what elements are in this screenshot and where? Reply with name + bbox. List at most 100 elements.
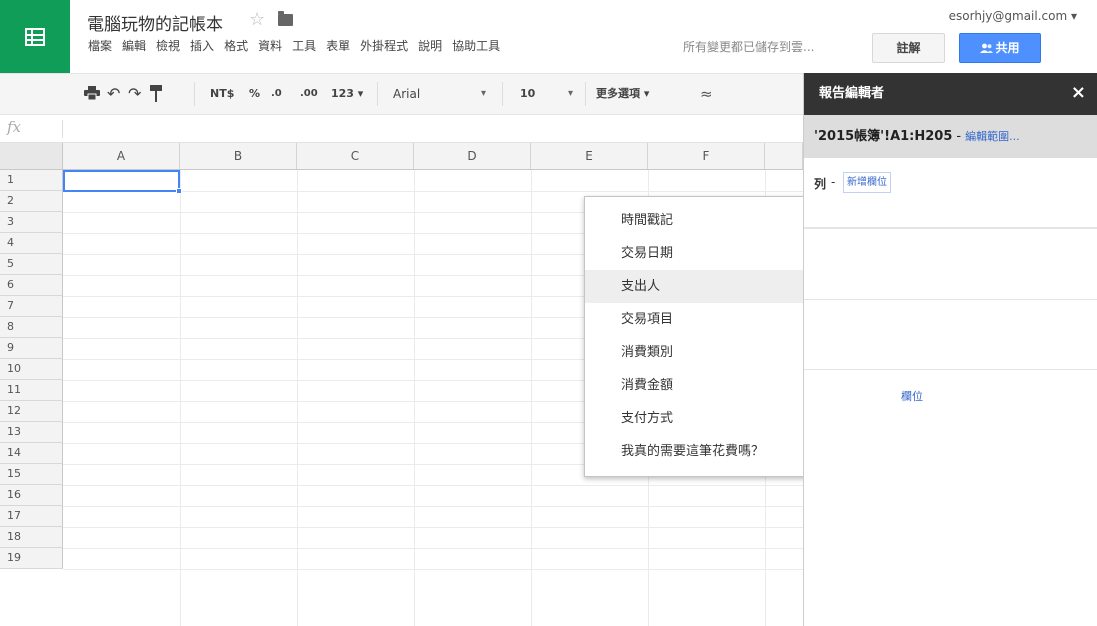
menu-addons[interactable]: 外掛程式: [360, 37, 408, 57]
row-header[interactable]: 13: [0, 422, 63, 443]
menu-edit[interactable]: 編輯: [122, 37, 146, 57]
font-size-caret[interactable]: ▾: [568, 74, 573, 114]
close-icon[interactable]: ×: [1071, 73, 1086, 113]
menu-help[interactable]: 說明: [418, 37, 442, 57]
row-header[interactable]: 2: [0, 191, 63, 212]
toolbar: ↶ ↷ NT$ % .0 .00 123 ▾ Arial ▾ 10 ▾ 更多選項…: [0, 73, 803, 115]
toolbar-divider: [502, 82, 503, 106]
panel-header: 報告編輯者 ×: [804, 73, 1097, 115]
range-separator: -: [956, 129, 962, 144]
row-header[interactable]: 1: [0, 170, 63, 191]
gridline: [297, 170, 298, 626]
range-display: '2015帳簿'!A1:H205- 編輯範圍...: [814, 115, 1020, 158]
menu-format[interactable]: 格式: [224, 37, 248, 57]
fx-icon: fx: [7, 118, 22, 136]
column-header-g[interactable]: [765, 143, 803, 169]
row-header[interactable]: 14: [0, 443, 63, 464]
row-header[interactable]: 11: [0, 380, 63, 401]
gridline: [63, 548, 803, 549]
row-header[interactable]: 3: [0, 212, 63, 233]
row-header[interactable]: 19: [0, 548, 63, 569]
select-all-corner[interactable]: [0, 143, 63, 169]
user-account[interactable]: esorhjy@gmail.com ▾: [949, 9, 1077, 23]
row-header[interactable]: 7: [0, 296, 63, 317]
more-options-dropdown[interactable]: 更多選項 ▾: [596, 74, 649, 114]
save-status[interactable]: 所有變更都已儲存到雲...: [683, 38, 814, 55]
fill-handle[interactable]: [176, 188, 182, 194]
font-family-dropdown[interactable]: Arial: [393, 74, 420, 114]
rows-section: 列 - 新增欄位: [804, 158, 1097, 228]
decrease-decimal-button[interactable]: .0: [271, 74, 282, 114]
increase-decimal-button[interactable]: .00: [300, 74, 318, 114]
rows-dash: -: [831, 175, 836, 189]
folder-icon[interactable]: [278, 11, 293, 26]
menu-accessibility[interactable]: 協助工具: [452, 37, 500, 57]
menu-bar: 檔案 編輯 檢視 插入 格式 資料 工具 表單 外掛程式 說明 協助工具: [88, 37, 510, 57]
row-header[interactable]: 16: [0, 485, 63, 506]
app-header: 電腦玩物的記帳本 ☆ 檔案 編輯 檢視 插入 格式 資料 工具 表單 外掛程式 …: [0, 0, 1097, 73]
share-button[interactable]: 共用: [959, 33, 1041, 63]
row-header[interactable]: 17: [0, 506, 63, 527]
sheets-home-icon[interactable]: [0, 0, 70, 73]
redo-icon[interactable]: ↷: [128, 74, 141, 114]
share-label: 共用: [995, 41, 1020, 55]
menu-form[interactable]: 表單: [326, 37, 350, 57]
gridline: [63, 527, 803, 528]
report-editor-panel: 報告編輯者 × '2015帳簿'!A1:H205- 編輯範圍... 列 - 新增欄…: [803, 73, 1097, 626]
gridline: [63, 485, 803, 486]
section-divider: [804, 369, 1097, 370]
comments-button[interactable]: 註解: [872, 33, 945, 63]
row-header[interactable]: 12: [0, 401, 63, 422]
menu-file[interactable]: 檔案: [88, 37, 112, 57]
menu-view[interactable]: 檢視: [156, 37, 180, 57]
column-header-bar: A B C D E F: [0, 143, 803, 170]
row-header[interactable]: 4: [0, 233, 63, 254]
document-title[interactable]: 電腦玩物的記帳本: [87, 10, 223, 35]
row-header[interactable]: 5: [0, 254, 63, 275]
column-header-a[interactable]: A: [63, 143, 180, 169]
collapse-toolbar-icon[interactable]: ≈: [700, 74, 713, 114]
percent-format-button[interactable]: %: [249, 74, 260, 114]
add-row-field-button[interactable]: 新增欄位: [843, 172, 891, 193]
people-icon: [980, 43, 994, 53]
formula-divider: [62, 120, 63, 138]
column-header-b[interactable]: B: [180, 143, 297, 169]
column-header-e[interactable]: E: [531, 143, 648, 169]
number-format-dropdown[interactable]: 123 ▾: [331, 74, 363, 114]
gridline: [63, 506, 803, 507]
menu-tools[interactable]: 工具: [292, 37, 316, 57]
row-header[interactable]: 10: [0, 359, 63, 380]
rows-label: 列: [814, 177, 827, 191]
range-value: '2015帳簿'!A1:H205: [814, 129, 953, 144]
add-value-field-link[interactable]: 欄位: [901, 388, 923, 404]
row-header[interactable]: 18: [0, 527, 63, 548]
column-header-c[interactable]: C: [297, 143, 414, 169]
panel-title: 報告編輯者: [819, 86, 885, 101]
row-header-bar: 1 2 3 4 5 6 7 8 9 10 11 12 13 14 15 16 1…: [0, 170, 63, 569]
gridline: [531, 170, 532, 626]
row-header[interactable]: 6: [0, 275, 63, 296]
gridline: [414, 170, 415, 626]
toolbar-divider: [585, 82, 586, 106]
font-family-caret[interactable]: ▾: [481, 74, 486, 114]
row-header[interactable]: 15: [0, 464, 63, 485]
font-size-dropdown[interactable]: 10: [520, 74, 535, 114]
paint-format-icon[interactable]: [150, 74, 162, 114]
active-cell-a1[interactable]: [63, 170, 180, 192]
menu-insert[interactable]: 插入: [190, 37, 214, 57]
star-icon[interactable]: ☆: [249, 9, 265, 30]
currency-format-button[interactable]: NT$: [210, 74, 234, 114]
formula-bar[interactable]: fx: [0, 115, 803, 143]
row-header[interactable]: 9: [0, 338, 63, 359]
row-header[interactable]: 8: [0, 317, 63, 338]
menu-data[interactable]: 資料: [258, 37, 282, 57]
toolbar-divider: [194, 82, 195, 106]
print-icon[interactable]: [84, 74, 100, 114]
gridline: [63, 569, 803, 570]
edit-range-link[interactable]: 編輯範圍...: [965, 130, 1020, 143]
column-header-d[interactable]: D: [414, 143, 531, 169]
column-header-f[interactable]: F: [648, 143, 765, 169]
gridline: [180, 170, 181, 626]
undo-icon[interactable]: ↶: [107, 74, 120, 114]
section-divider: [804, 228, 1097, 229]
